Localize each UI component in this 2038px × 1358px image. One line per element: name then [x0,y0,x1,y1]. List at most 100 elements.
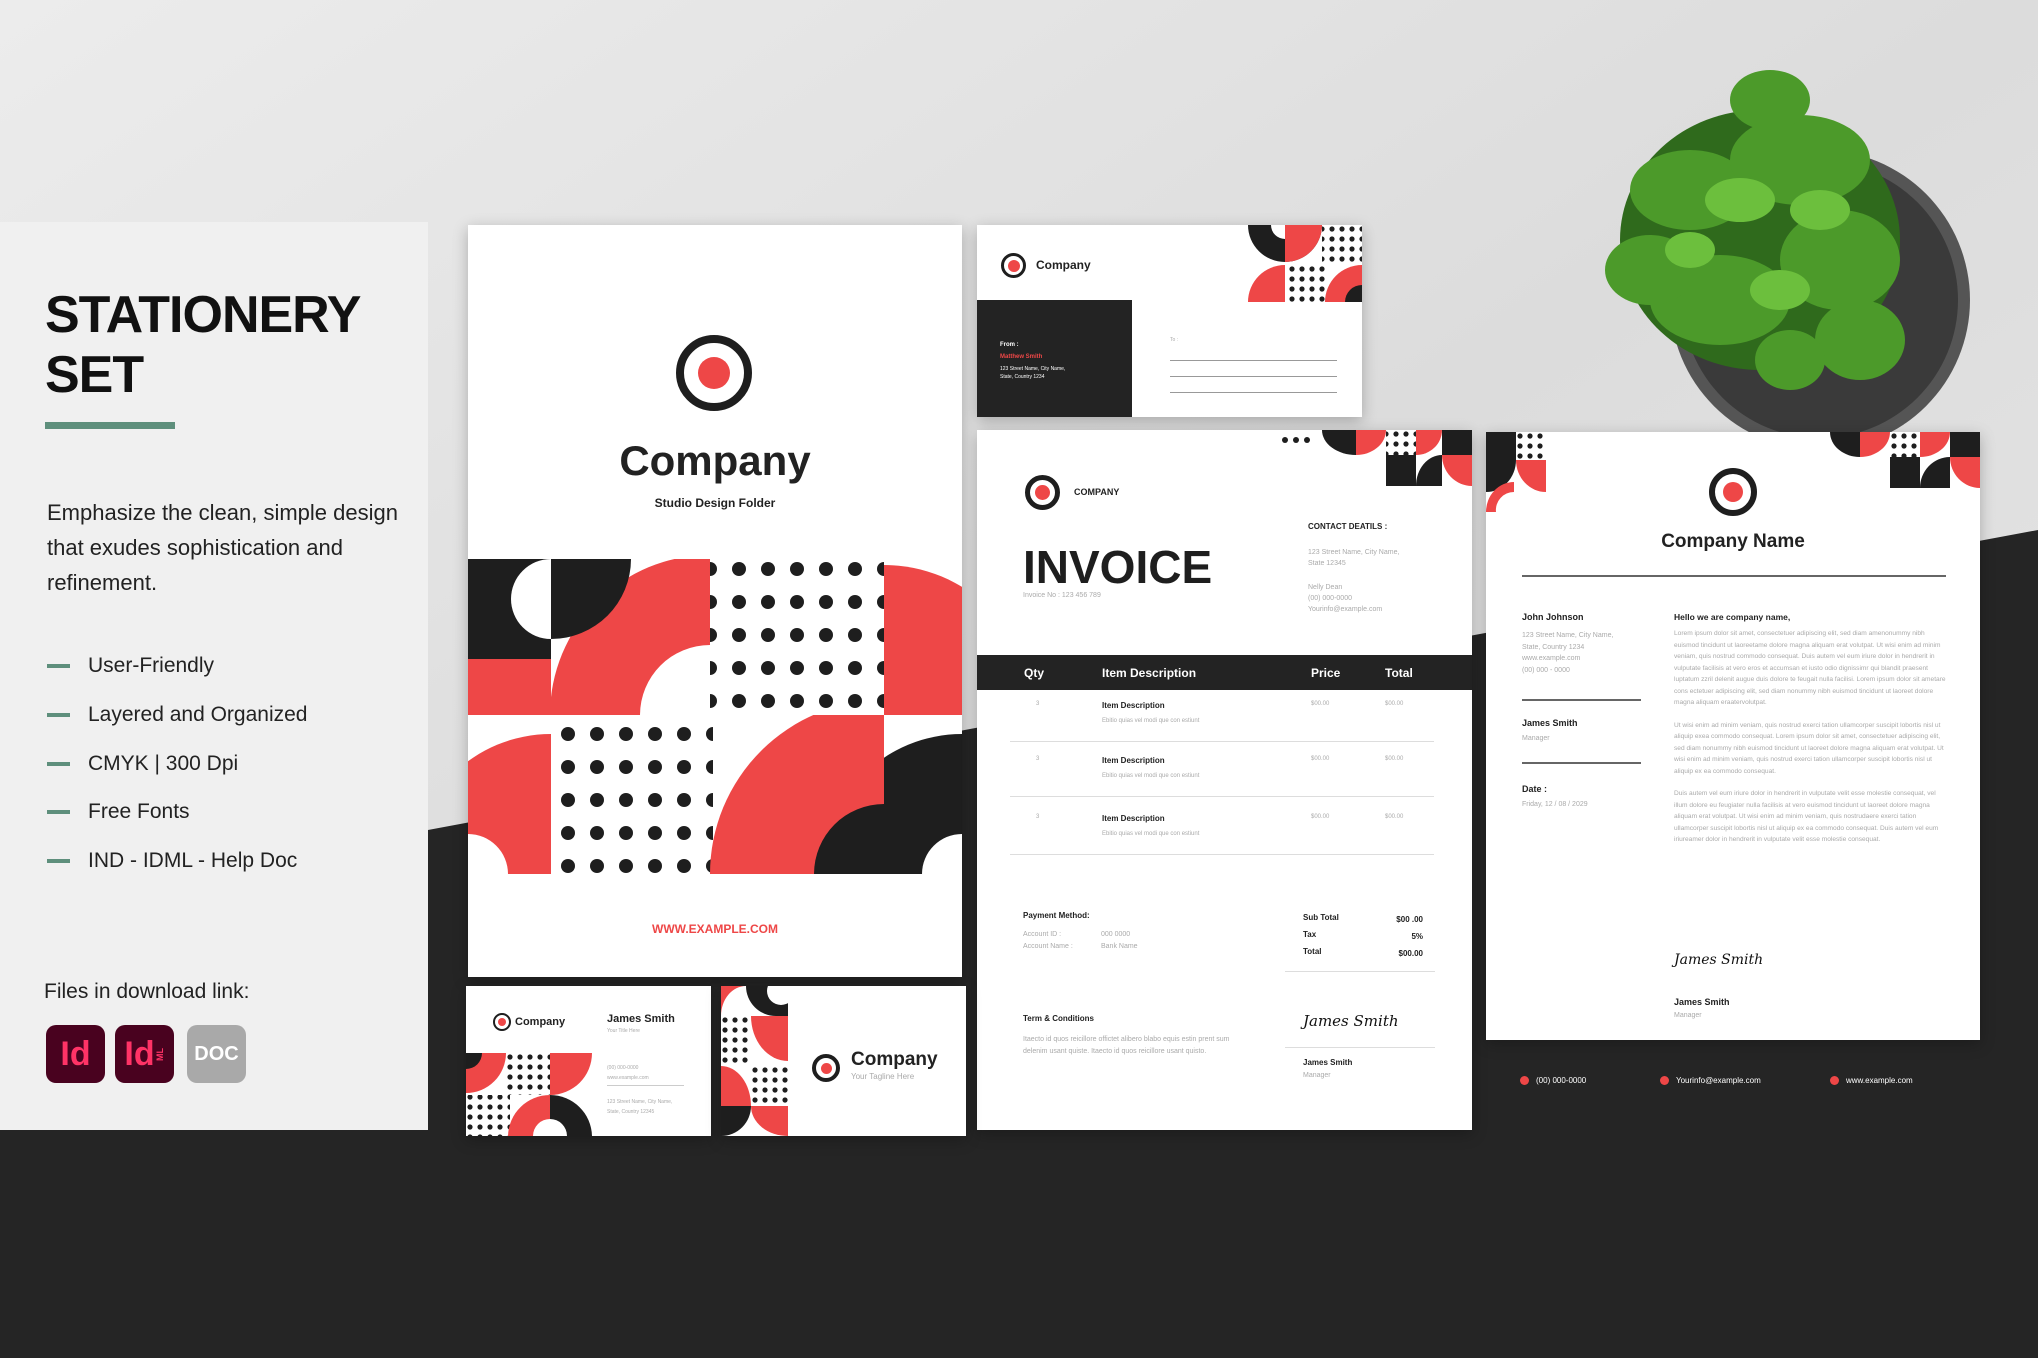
row-divider [1010,741,1434,742]
folder-company: Company [619,437,811,484]
row-desc: Ebitio quias vel modi que con estiunt [1102,718,1200,724]
folder-mockup: Company Studio Design Folder WWW.EXAMPLE… [468,225,962,977]
letterhead-mockup: Company Name John Johnson 123 Street Nam… [1486,432,1980,1040]
signature: James Smith [1303,1012,1399,1030]
contact-address: State 12345 [1308,560,1346,567]
geometric-pattern [1248,225,1362,305]
doc-icon: DOC [187,1025,246,1083]
contact-name: Nelly Dean [1308,584,1343,591]
footer-web: www.example.com [1830,1076,1913,1085]
geometric-pattern [466,1053,592,1136]
contact-phone: (00) 000-0000 [1308,595,1352,602]
title-line-1: STATIONERY [45,286,361,344]
account-name: Bank Name [1101,943,1138,950]
row-total: $00.00 [1385,701,1404,707]
invoice-number: Invoice No : 123 456 789 [1023,592,1101,599]
business-card-front: Company James Smith Your Title Here (00)… [466,986,711,1136]
feature-item: User-Friendly [47,654,214,678]
row-qty: 3 [1036,814,1040,820]
totals-values: $00 .00 5% $00.00 [1377,911,1423,962]
signer-role: Manager [1674,1012,1702,1019]
company-logo [1001,253,1026,278]
idml-icon: Id ML [115,1025,174,1083]
feature-item: Layered and Organized [47,703,308,727]
invoice-mockup: COMPANY INVOICE Invoice No : 123 456 789… [977,430,1472,1130]
geometric-pattern [1282,430,1472,486]
row-qty: 3 [1036,701,1040,707]
feature-label: Free Fonts [88,800,190,823]
company-logo [812,1054,840,1082]
footer-text: Yourinfo@example.com [1676,1076,1761,1085]
folder-website: WWW.EXAMPLE.COM [652,922,778,936]
row-total: $00.00 [1385,814,1404,820]
terms-title: Term & Conditions [1023,1014,1094,1023]
envelope-mockup: Company From : Matthew Smith 123 Street … [977,225,1362,417]
company-logo [676,335,752,411]
description: Emphasize the clean, simple design that … [47,500,398,595]
business-card-back: Company Your Tagline Here [721,986,966,1136]
table-row: 3 Item Description Ebitio quias vel modi… [977,811,1472,866]
row-item: Item Description [1102,814,1165,823]
row-price: $00.00 [1311,814,1330,820]
icon-sub: ML [154,1047,165,1061]
dot-icon [1830,1076,1839,1085]
dash-icon [47,713,70,717]
divider [607,1085,684,1086]
dot-icon [1520,1076,1529,1085]
card-web: www.example.com [607,1075,649,1081]
feature-item: Free Fonts [47,800,190,824]
title-underline [45,422,175,429]
card-name: James Smith [607,1013,675,1025]
page-title: STATIONERY SET [45,285,361,405]
paragraph: Duis autem vel eum iriure dolor in hendr… [1674,790,1939,843]
company-logo [1025,475,1060,510]
row-total: $00.00 [1385,756,1404,762]
geometric-pattern [1830,432,1980,488]
from-address: 123 Street Name, City Name, State, Countr… [1000,365,1065,381]
address-line [1170,392,1337,393]
card-company: Company [851,1049,938,1070]
terms-text: Itaecto id quos reicillore offictet alib… [1023,1036,1230,1055]
icon-label: Id [60,1034,91,1073]
signer-role: Manager [1303,1072,1331,1079]
geometric-pattern [1486,432,1546,512]
column-header: Price [1311,666,1341,680]
invoice-company: COMPANY [1074,487,1120,497]
icon-label: Id [124,1034,155,1073]
indesign-icon: Id [46,1025,105,1083]
web: www.example.com [1522,655,1581,662]
company-logo [1709,468,1757,516]
footer-text: www.example.com [1846,1076,1913,1085]
row-qty: 3 [1036,756,1040,762]
footer-phone: (00) 000-0000 [1520,1076,1586,1085]
greeting: Hello we are company name, [1674,612,1791,622]
feature-item: IND - IDML - Help Doc [47,849,297,873]
address-line: State, Country 1234 [1522,643,1585,651]
card-company: Company [515,1016,566,1028]
invoice-title: INVOICE [1023,541,1213,593]
paragraph: Lorem ipsum dolor sit amet, consectetuer… [1674,630,1946,706]
feature-label: CMYK | 300 Dpi [88,752,239,775]
dash-icon [47,859,70,863]
feature-item: CMYK | 300 Dpi [47,752,238,776]
dash-icon [47,762,70,766]
account-name-label: Account Name : [1023,943,1073,950]
address-line: 123 Street Name, City Name, [1522,632,1614,639]
total-label: Total [1303,947,1322,956]
footer-text: (00) 000-0000 [1536,1076,1587,1085]
feature-label: User-Friendly [88,654,215,677]
divider [1522,762,1641,764]
row-divider [1010,796,1434,797]
contact-title: CONTACT DEATILS : [1308,522,1388,531]
company-logo [493,1013,511,1031]
divider [1285,1047,1435,1048]
to-label: To : [1170,337,1179,343]
card-tagline: Your Tagline Here [851,1072,915,1081]
signer-name: James Smith [1674,997,1730,1007]
contact-details: 123 Street Name, City Name, State 12345 N… [1308,547,1399,615]
feature-label: Layered and Organized [88,703,308,726]
divider [1522,699,1641,701]
sender-name: James Smith [1522,718,1578,728]
envelope-company: Company [1036,258,1091,272]
card-title: Your Title Here [607,1028,640,1034]
